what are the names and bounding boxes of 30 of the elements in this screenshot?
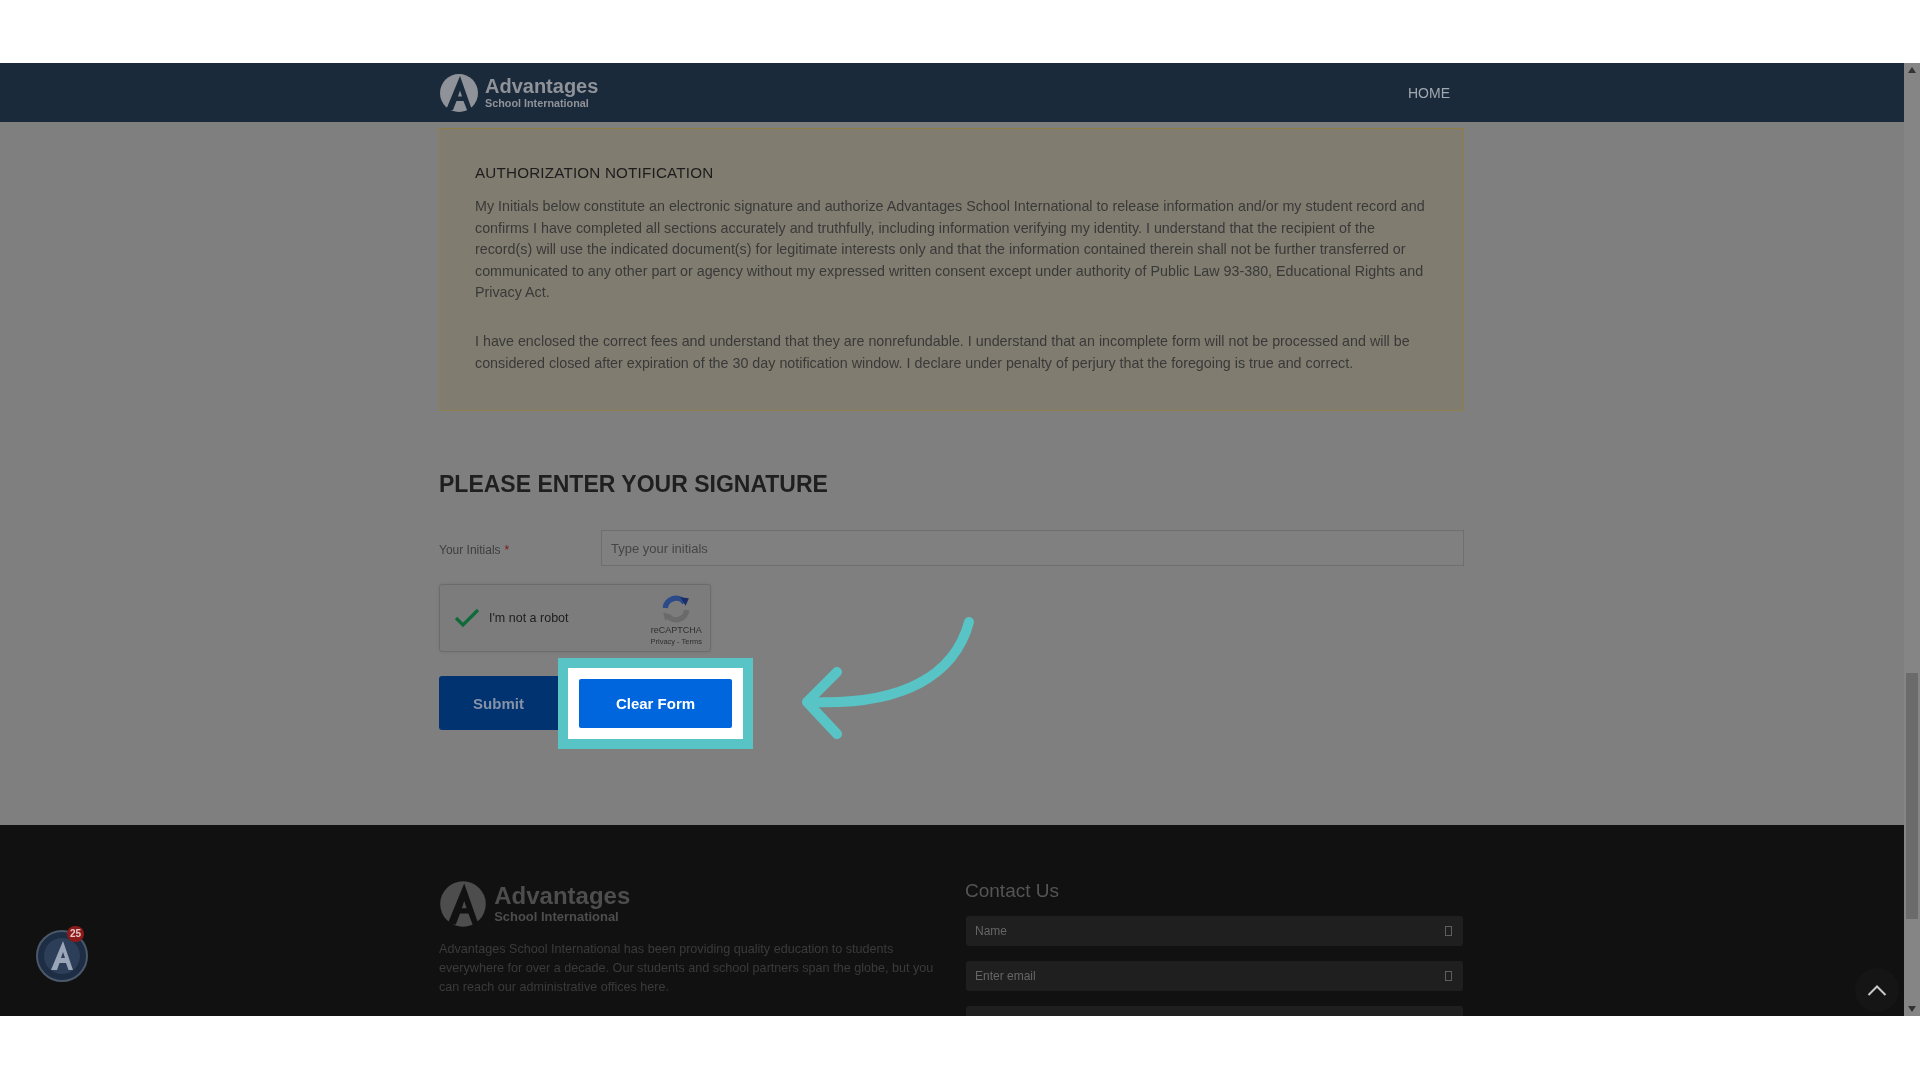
- captcha-label: I'm not a robot: [489, 611, 570, 625]
- captcha-brand: reCAPTCHA: [650, 625, 702, 636]
- logo-tagline: School International: [494, 909, 620, 925]
- chevron-up-icon: [1867, 984, 1887, 996]
- contact-field[interactable]: Name: [966, 916, 1463, 946]
- school-emblem-icon: [36, 930, 88, 982]
- initials-field[interactable]: Type your initials: [601, 530, 1464, 566]
- checkmark-icon: [454, 608, 480, 628]
- authorization-title: AUTHORIZATION NOTIFICATION: [475, 164, 715, 182]
- message-field[interactable]: [966, 1006, 1463, 1016]
- form-button[interactable]: Submit: [439, 676, 558, 730]
- recaptcha-logo-icon: [661, 593, 692, 624]
- required-mark: *: [504, 543, 510, 557]
- logo-mark-icon: [439, 880, 487, 928]
- contact-field[interactable]: Enter email: [966, 961, 1463, 991]
- nav-link[interactable]: HOME: [1408, 84, 1450, 101]
- rectangle-icon: [1445, 926, 1452, 936]
- scroll-down-icon[interactable]: [1908, 1006, 1916, 1012]
- scrollbar[interactable]: [1904, 63, 1920, 1016]
- contact-title: Contact Us: [965, 880, 1059, 902]
- logo-name: Advantages: [494, 883, 631, 910]
- logo-tagline: School International: [485, 97, 590, 110]
- scrollbar-thumb[interactable]: [1906, 673, 1918, 919]
- logo-name: Advantages: [485, 75, 599, 97]
- form-button[interactable]: Clear Form: [579, 678, 732, 728]
- scroll-up-icon[interactable]: [1908, 67, 1916, 73]
- initials-label: Your Initials: [439, 543, 501, 557]
- signature-heading: PLEASE ENTER YOUR SIGNATURE: [439, 470, 829, 498]
- logo-mark-icon: [439, 72, 479, 113]
- rectangle-icon: [1445, 971, 1452, 981]
